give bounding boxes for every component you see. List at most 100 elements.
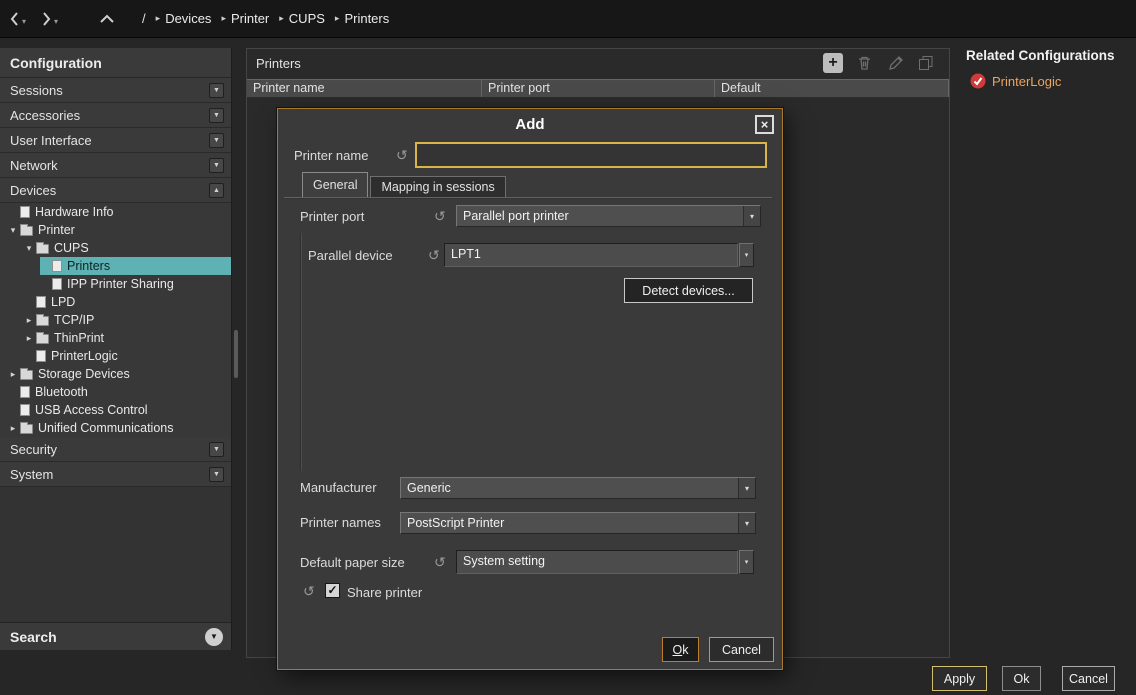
tab-separator: [284, 197, 772, 199]
sidebar-section-system[interactable]: System▼: [0, 462, 231, 487]
parallel-device-dropdown-button[interactable]: ▾: [739, 243, 754, 267]
cancel-button[interactable]: Cancel: [1062, 666, 1115, 691]
share-printer-checkbox[interactable]: ✓: [325, 583, 340, 598]
parallel-device-label: Parallel device: [308, 248, 393, 263]
sidebar-section-devices[interactable]: Devices▲: [0, 178, 231, 203]
tree-item-tcp-ip[interactable]: ▸ TCP/IP: [0, 311, 231, 329]
breadcrumb-item-label: CUPS: [289, 11, 325, 26]
printer-names-select[interactable]: PostScript Printer ▾: [400, 512, 756, 534]
paper-size-toggle-icon[interactable]: ↺: [434, 555, 446, 569]
printer-port-toggle-icon[interactable]: ↺: [434, 209, 446, 223]
expand-section-icon[interactable]: ▼: [209, 158, 224, 173]
tree-item-printers[interactable]: Printers: [0, 257, 231, 275]
breadcrumb-item-devices[interactable]: ▸Devices: [156, 11, 212, 26]
tree-item-hardware-info[interactable]: Hardware Info: [0, 203, 231, 221]
tree-item-label: TCP/IP: [54, 313, 94, 327]
expand-section-icon[interactable]: ▼: [209, 108, 224, 123]
tree-item-lpd[interactable]: LPD: [0, 293, 231, 311]
expand-icon[interactable]: ▸: [22, 315, 36, 326]
chevron-down-icon[interactable]: ▾: [738, 478, 755, 498]
tree-item-unified-communications[interactable]: ▸Unified Communications: [0, 419, 231, 437]
printerlogic-icon: [970, 73, 986, 89]
column-header-default[interactable]: Default: [715, 80, 949, 97]
dialog-cancel-button[interactable]: Cancel: [709, 637, 774, 662]
breadcrumb-arrow-icon: ▸: [221, 13, 226, 24]
expand-section-icon[interactable]: ▼: [209, 133, 224, 148]
file-icon: [52, 260, 62, 272]
sidebar-filler: [0, 487, 231, 622]
expand-icon[interactable]: ▸: [6, 369, 20, 380]
dialog-close-button[interactable]: ×: [755, 115, 774, 134]
tree-item-printer[interactable]: ▾Printer: [0, 221, 231, 239]
column-header-printer-port[interactable]: Printer port: [482, 80, 715, 97]
expand-section-icon[interactable]: ▼: [209, 467, 224, 482]
tree-item-label: Hardware Info: [35, 205, 114, 219]
back-history-caret-icon[interactable]: ▾: [22, 17, 26, 26]
edit-printer-button[interactable]: [885, 53, 905, 73]
paper-size-input[interactable]: System setting: [456, 550, 738, 574]
tree-item-bluetooth[interactable]: Bluetooth: [0, 383, 231, 401]
expand-icon[interactable]: ▸: [6, 423, 20, 434]
search-section-header[interactable]: Search ▼: [0, 622, 231, 650]
paper-size-dropdown-button[interactable]: ▾: [739, 550, 754, 574]
back-button[interactable]: ▾: [10, 11, 26, 26]
file-icon: [36, 296, 46, 308]
sidebar-section-security[interactable]: Security▼: [0, 437, 231, 462]
breadcrumb-root[interactable]: /: [142, 11, 146, 26]
tab-general[interactable]: General: [302, 172, 368, 197]
detect-devices-button[interactable]: Detect devices...: [624, 278, 753, 303]
tree-item-storage-devices[interactable]: ▸Storage Devices: [0, 365, 231, 383]
tree-item-label: Printers: [67, 259, 110, 273]
breadcrumb-item-cups[interactable]: ▸CUPS: [279, 11, 325, 26]
chevron-down-icon[interactable]: ▾: [738, 513, 755, 533]
manufacturer-select[interactable]: Generic ▾: [400, 477, 756, 499]
sidebar-section-network[interactable]: Network▼: [0, 153, 231, 178]
breadcrumb-item-label: Printers: [344, 11, 389, 26]
tree-item-cups[interactable]: ▾CUPS: [0, 239, 231, 257]
forward-history-caret-icon[interactable]: ▾: [54, 17, 58, 26]
expand-section-icon[interactable]: ▼: [209, 442, 224, 457]
add-printer-button[interactable]: +: [823, 53, 843, 73]
dialog-tabs: GeneralMapping in sessions: [302, 172, 508, 197]
copy-printer-button[interactable]: [916, 53, 936, 73]
apply-button[interactable]: Apply: [932, 666, 987, 691]
share-printer-toggle-icon[interactable]: ↺: [303, 584, 315, 598]
sidebar-section-accessories[interactable]: Accessories▼: [0, 103, 231, 128]
expand-section-icon[interactable]: ▼: [209, 83, 224, 98]
column-header-printer-name[interactable]: Printer name: [247, 80, 482, 97]
related-item-printerlogic[interactable]: PrinterLogic: [970, 73, 1136, 89]
tree-item-label: PrinterLogic: [51, 349, 118, 363]
printer-name-toggle-icon[interactable]: ↺: [396, 148, 408, 162]
ok-button[interactable]: Ok: [1002, 666, 1041, 691]
folder-icon: [36, 316, 49, 326]
collapse-icon[interactable]: ▾: [22, 243, 36, 254]
breadcrumb-item-printers[interactable]: ▸Printers: [335, 11, 389, 26]
collapse-section-icon[interactable]: ▲: [209, 183, 224, 198]
collapse-icon[interactable]: ▾: [6, 225, 20, 236]
sidebar-section-sessions[interactable]: Sessions▼: [0, 78, 231, 103]
breadcrumb-item-printer[interactable]: ▸Printer: [221, 11, 269, 26]
trash-icon: [857, 55, 872, 71]
tree-item-usb-access-control[interactable]: USB Access Control: [0, 401, 231, 419]
forward-button[interactable]: ▾: [42, 11, 58, 26]
expand-icon[interactable]: ▸: [22, 333, 36, 344]
delete-printer-button[interactable]: [854, 53, 874, 73]
search-expand-icon[interactable]: ▼: [205, 628, 223, 646]
tree-item-thinprint[interactable]: ▸ThinPrint: [0, 329, 231, 347]
sidebar-sections-top: Sessions▼Accessories▼User Interface▼Netw…: [0, 78, 231, 203]
parallel-device-toggle-icon[interactable]: ↺: [428, 248, 440, 262]
tree-item-label: LPD: [51, 295, 75, 309]
tab-mapping-in-sessions[interactable]: Mapping in sessions: [370, 176, 505, 197]
up-button[interactable]: [100, 14, 114, 24]
printer-name-input[interactable]: [415, 142, 767, 168]
table-header: Printer namePrinter portDefault: [247, 79, 949, 98]
sidebar-scrollbar-thumb[interactable]: [234, 330, 238, 378]
sidebar-section-user-interface[interactable]: User Interface▼: [0, 128, 231, 153]
dialog-ok-button[interactable]: Ok: [662, 637, 699, 662]
chevron-down-icon[interactable]: ▾: [743, 206, 760, 226]
printer-port-select[interactable]: Parallel port printer ▾: [456, 205, 761, 227]
tree-item-printerlogic[interactable]: PrinterLogic: [0, 347, 231, 365]
tree-item-ipp-printer-sharing[interactable]: IPP Printer Sharing: [0, 275, 231, 293]
parallel-device-input[interactable]: LPT1: [444, 243, 738, 267]
manufacturer-label: Manufacturer: [300, 480, 377, 495]
